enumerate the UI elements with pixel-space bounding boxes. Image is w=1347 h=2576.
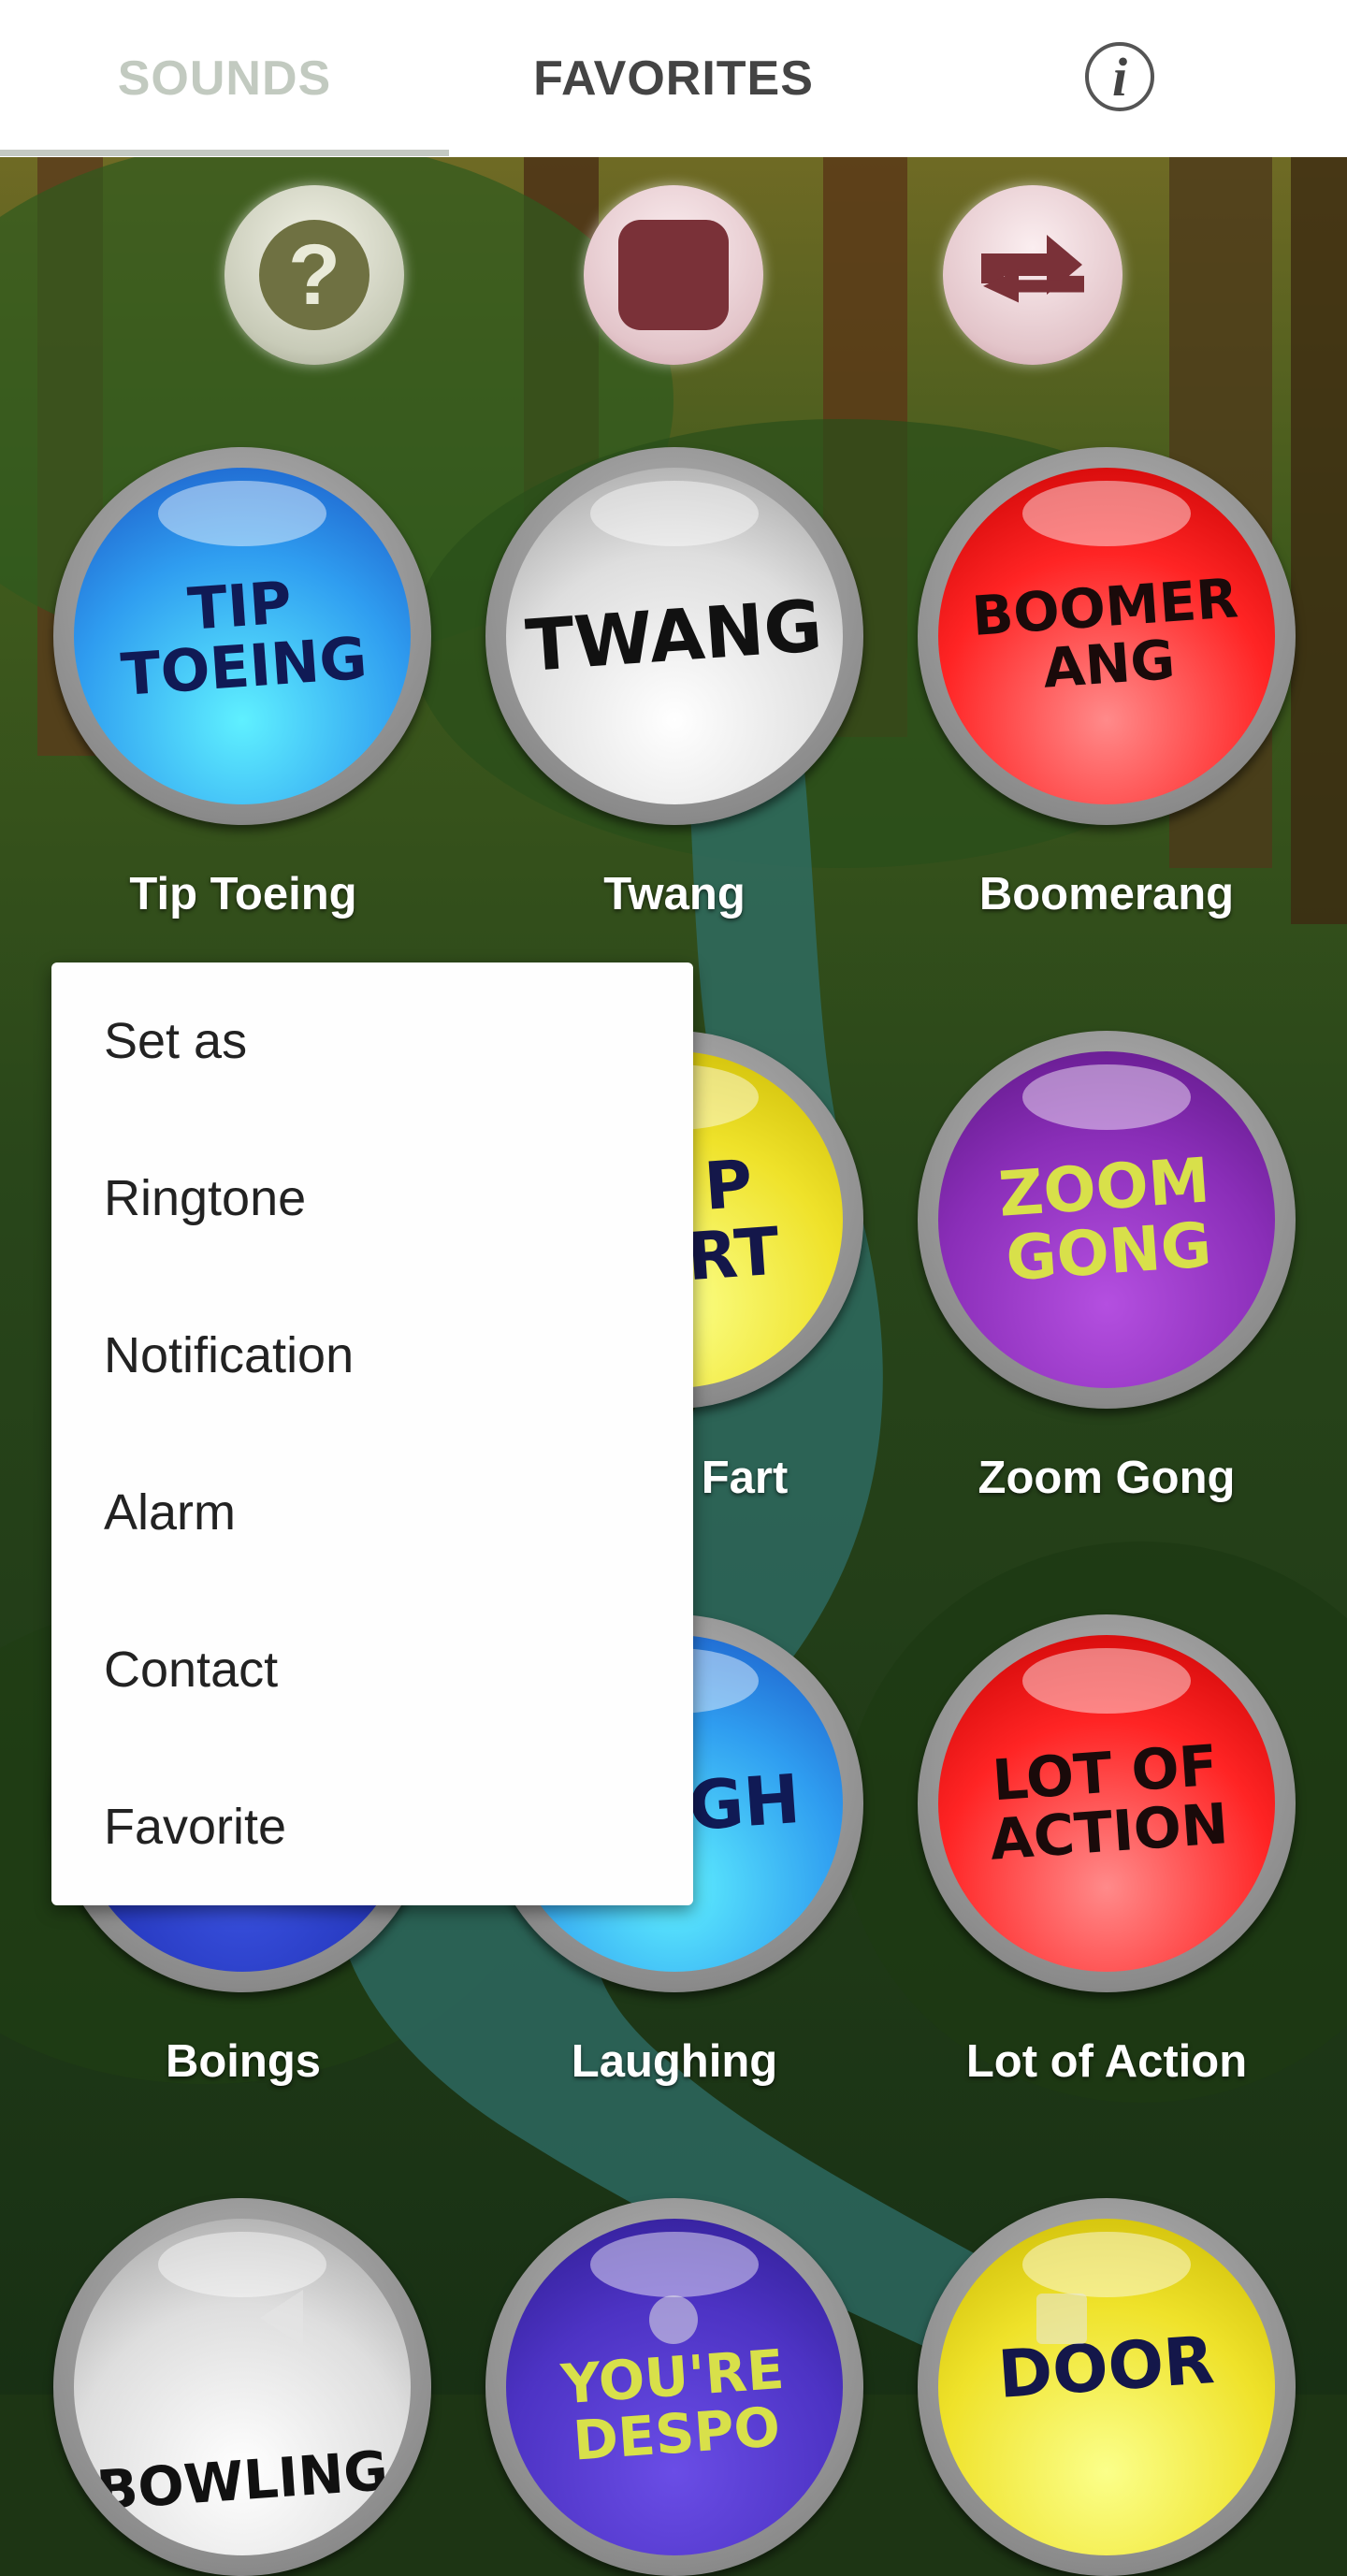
tab-sounds[interactable]: SOUNDS: [0, 0, 449, 157]
sound-face: TWANG: [506, 468, 843, 804]
sound-face: YOU'RE DESPO: [506, 2219, 843, 2555]
sound-face: BOOMER ANG: [938, 468, 1275, 804]
sound-label-text: Fart: [701, 1453, 789, 1503]
menu-title: Set as: [104, 1013, 248, 1069]
stop-icon: [618, 220, 729, 330]
menu-item-notification[interactable]: Notification: [51, 1277, 693, 1434]
sound-label: Lot of Action: [965, 2036, 1248, 2087]
sound-button-boomerang[interactable]: BOOMER ANG: [918, 447, 1296, 825]
home-icon[interactable]: [649, 2295, 698, 2344]
sound-button-twang[interactable]: TWANG: [485, 447, 863, 825]
sound-button-lot-of-action[interactable]: LOT OF ACTION: [918, 1614, 1296, 1992]
stop-button[interactable]: [584, 185, 763, 365]
question-icon: ?: [259, 220, 369, 330]
sound-label: Tip Toeing: [129, 869, 357, 919]
sound-face: DOOR: [938, 2219, 1275, 2555]
sound-button-zoom-gong[interactable]: ZOOM GONG: [918, 1031, 1296, 1409]
menu-item-ringtone[interactable]: Ringtone: [51, 1120, 693, 1277]
recents-icon[interactable]: [1036, 2294, 1087, 2344]
menu-item-contact[interactable]: Contact: [51, 1591, 693, 1748]
sound-label: Boings: [165, 2036, 322, 2087]
sound-art-text: TIP TOEING: [119, 568, 370, 710]
help-button[interactable]: ?: [224, 185, 404, 365]
sound-label: Boomerang: [978, 869, 1235, 919]
tab-indicator: [0, 150, 449, 156]
sound-art-text: BOOMER ANG: [969, 566, 1240, 701]
info-icon[interactable]: i: [1085, 42, 1154, 111]
sound-button-bowling[interactable]: BOWLING: [53, 2198, 431, 2576]
sound-label: Zoom Gong: [978, 1453, 1236, 1503]
sound-face: LOT OF ACTION: [938, 1635, 1275, 1972]
menu-item-favorite[interactable]: Favorite: [51, 1748, 693, 1905]
sound-face: TIP TOEING: [74, 468, 411, 804]
sound-label: Twang: [603, 869, 746, 919]
sound-label: Laughing: [571, 2036, 778, 2087]
repeat-icon: [981, 235, 1084, 303]
sound-art-text: GH: [686, 1759, 804, 1846]
sound-button-tip-toeing[interactable]: TIP TOEING: [53, 447, 431, 825]
sound-art-text: BOWLING: [94, 2438, 391, 2523]
menu-item-alarm[interactable]: Alarm: [51, 1434, 693, 1591]
sound-art-text: LOT OF ACTION: [987, 1732, 1230, 1874]
sound-art-text: DOOR: [995, 2322, 1218, 2414]
sound-face: BOWLING: [74, 2219, 411, 2555]
back-icon[interactable]: [260, 2290, 303, 2346]
sound-button-door[interactable]: DOOR: [918, 2198, 1296, 2576]
tab-favorites[interactable]: FAVORITES: [449, 0, 898, 157]
sound-art-text: ZOOM GONG: [996, 1144, 1214, 1295]
set-as-menu: Set as Ringtone Notification Alarm Conta…: [51, 962, 693, 1905]
sound-art-text: TWANG: [523, 584, 826, 688]
repeat-button[interactable]: [943, 185, 1122, 365]
tab-bar: SOUNDS FAVORITES i: [0, 0, 1347, 157]
sound-button-youre-despo[interactable]: YOU'RE DESPO: [485, 2198, 863, 2576]
sound-art-text: P RT: [684, 1144, 782, 1295]
sound-art-text: YOU'RE DESPO: [558, 2337, 787, 2473]
sound-face: ZOOM GONG: [938, 1051, 1275, 1388]
